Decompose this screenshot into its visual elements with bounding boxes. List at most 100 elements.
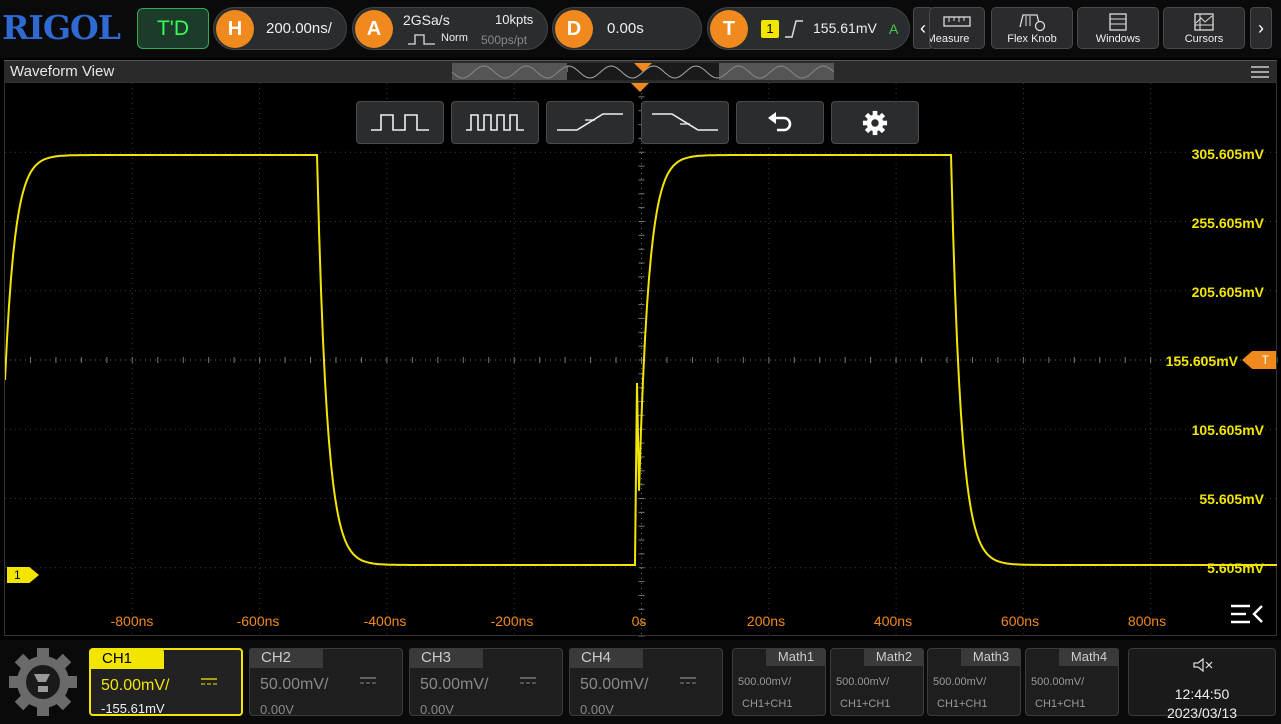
math1-box[interactable]: Math1 500.00mV/ CH1+CH1: [732, 648, 826, 716]
run-state-button[interactable]: T'D: [137, 8, 209, 49]
measure-button[interactable]: Measure: [929, 7, 985, 49]
speaker-muted-icon[interactable]: [1193, 658, 1213, 672]
time-label-0: -800ns: [110, 613, 154, 629]
acquire-control[interactable]: A 2GSa/s 10kpts Norm 500ps/pt: [352, 7, 548, 50]
rising-ramp-icon: [557, 113, 623, 131]
overview-trigger-position-marker: [634, 63, 652, 72]
math1-scale: 500.00mV/: [738, 676, 792, 688]
gear-icon: [862, 110, 888, 136]
trigger-badge: T: [710, 10, 748, 48]
rising-edge-icon: [785, 20, 803, 38]
multi-pulse-button[interactable]: [451, 101, 539, 144]
math3-box[interactable]: Math3 500.00mV/ CH1+CH1: [927, 648, 1021, 716]
top-status-bar: RIGOL T'D H 200.00ns/ A 2GSa/s 10kpts No…: [0, 0, 1281, 58]
volt-label-5: 55.605mV: [1199, 491, 1264, 507]
math2-box[interactable]: Math2 500.00mV/ CH1+CH1: [830, 648, 924, 716]
falling-edge-button[interactable]: [641, 101, 729, 144]
acquire-mode: Norm: [441, 32, 468, 44]
time-label-8: 800ns: [1127, 613, 1167, 629]
waveform-view-title: Waveform View: [10, 63, 115, 80]
volt-label-3: 155.605mV: [1165, 353, 1238, 369]
acquire-badge: A: [355, 10, 393, 48]
channel-bar: CH1 50.00mV/ -155.61mV CH2 50.00mV/ 0.00…: [0, 640, 1281, 724]
windows-label: Windows: [1095, 33, 1141, 45]
math4-box[interactable]: Math4 500.00mV/ CH1+CH1: [1025, 648, 1119, 716]
volt-label-6: 5.605mV: [1207, 560, 1264, 576]
horizontal-badge: H: [216, 10, 254, 48]
time-resolution: 500ps/pt: [481, 33, 528, 47]
settings-button[interactable]: [831, 101, 919, 144]
ch3-scale: 50.00mV/: [420, 676, 489, 693]
flex-knob-icon: [1019, 14, 1046, 32]
time-label-7: 600ns: [1000, 613, 1040, 629]
time-label-6: 400ns: [873, 613, 913, 629]
pulse-train-icon: [371, 114, 429, 131]
ch3-offset: 0.00V: [420, 702, 454, 717]
ch3-box[interactable]: CH3 50.00mV/ 0.00V: [409, 648, 563, 717]
delay-badge: D: [555, 10, 593, 48]
ch1-scale: 50.00mV/: [101, 677, 170, 694]
time-label-1: -600ns: [236, 613, 280, 629]
ch2-box[interactable]: CH2 50.00mV/ 0.00V: [249, 648, 403, 717]
windows-icon: [1109, 13, 1127, 31]
waveform-overview-bar[interactable]: [452, 63, 834, 80]
home-gear-icon[interactable]: [8, 646, 78, 718]
math4-scale: 500.00mV/: [1031, 676, 1085, 688]
ch4-tab: CH4: [569, 648, 643, 668]
cursors-button[interactable]: Cursors: [1163, 7, 1245, 49]
cursors-label: Cursors: [1184, 33, 1224, 45]
math3-source: CH1+CH1: [937, 698, 988, 710]
ch3-tab: CH3: [409, 648, 483, 668]
hamburger-menu-icon[interactable]: [1251, 66, 1269, 78]
ch4-scale: 50.00mV/: [580, 676, 649, 693]
delay-value: 0.00s: [607, 20, 644, 37]
horizontal-scale-control[interactable]: H 200.00ns/: [213, 7, 347, 50]
dc-coupling-icon: [360, 677, 376, 684]
toolbar-scroll-right[interactable]: ›: [1250, 7, 1272, 49]
clock-date: 2023/03/13: [1166, 705, 1238, 721]
math1-tab: Math1: [766, 648, 826, 666]
delay-control[interactable]: D 0.00s: [552, 7, 702, 50]
trigger-control[interactable]: T 1 155.61mV A: [707, 7, 910, 50]
rising-edge-button[interactable]: [546, 101, 634, 144]
sample-rate: 2GSa/s: [403, 12, 450, 28]
waveform-grid[interactable]: 305.605mV 255.605mV 205.605mV 155.605mV …: [4, 82, 1278, 637]
grid-svg: [5, 83, 1278, 637]
ch1-offset: -155.61mV: [101, 701, 165, 716]
windows-button[interactable]: Windows: [1077, 7, 1159, 49]
dc-coupling-icon: [520, 677, 536, 684]
trigger-position-marker[interactable]: [631, 83, 649, 92]
grid-lines: [5, 83, 1278, 637]
ch1-tab: CH1: [90, 649, 164, 669]
collapse-menu-icon[interactable]: [1230, 603, 1264, 625]
ch4-box[interactable]: CH4 50.00mV/ 0.00V: [569, 648, 723, 717]
clock-panel: 12:44:50 2023/03/13: [1128, 648, 1276, 721]
flex-knob-button[interactable]: Flex Knob: [991, 7, 1073, 49]
flex-knob-label: Flex Knob: [1007, 33, 1057, 45]
ch4-offset: 0.00V: [580, 702, 614, 717]
undo-button[interactable]: [736, 101, 824, 144]
volt-label-1: 255.605mV: [1191, 215, 1264, 231]
ch1-box[interactable]: CH1 50.00mV/ -155.61mV: [89, 648, 243, 716]
acquire-pulse-icon: [408, 34, 435, 45]
dc-coupling-icon: [680, 677, 696, 684]
math2-scale: 500.00mV/: [836, 676, 890, 688]
dc-coupling-icon: [201, 678, 217, 685]
volt-label-4: 105.605mV: [1191, 422, 1264, 438]
math1-source: CH1+CH1: [742, 698, 793, 710]
measure-label: Measure: [929, 33, 970, 45]
undo-icon: [768, 112, 792, 132]
time-label-2: -400ns: [363, 613, 407, 629]
single-pulse-button[interactable]: [356, 101, 444, 144]
trigger-level: 155.61mV: [813, 20, 877, 36]
trigger-source-badge: 1: [761, 20, 779, 38]
time-label-4: 0s: [631, 613, 647, 629]
horizontal-scale-value: 200.00ns/: [266, 20, 332, 37]
volt-label-2: 205.605mV: [1191, 284, 1264, 300]
ch2-scale: 50.00mV/: [260, 676, 329, 693]
clock-time: 12:44:50: [1174, 686, 1230, 702]
rigol-logo: RIGOL: [2, 8, 121, 47]
cursors-icon: [1194, 13, 1214, 31]
ch2-offset: 0.00V: [260, 702, 294, 717]
falling-ramp-icon: [652, 113, 718, 131]
